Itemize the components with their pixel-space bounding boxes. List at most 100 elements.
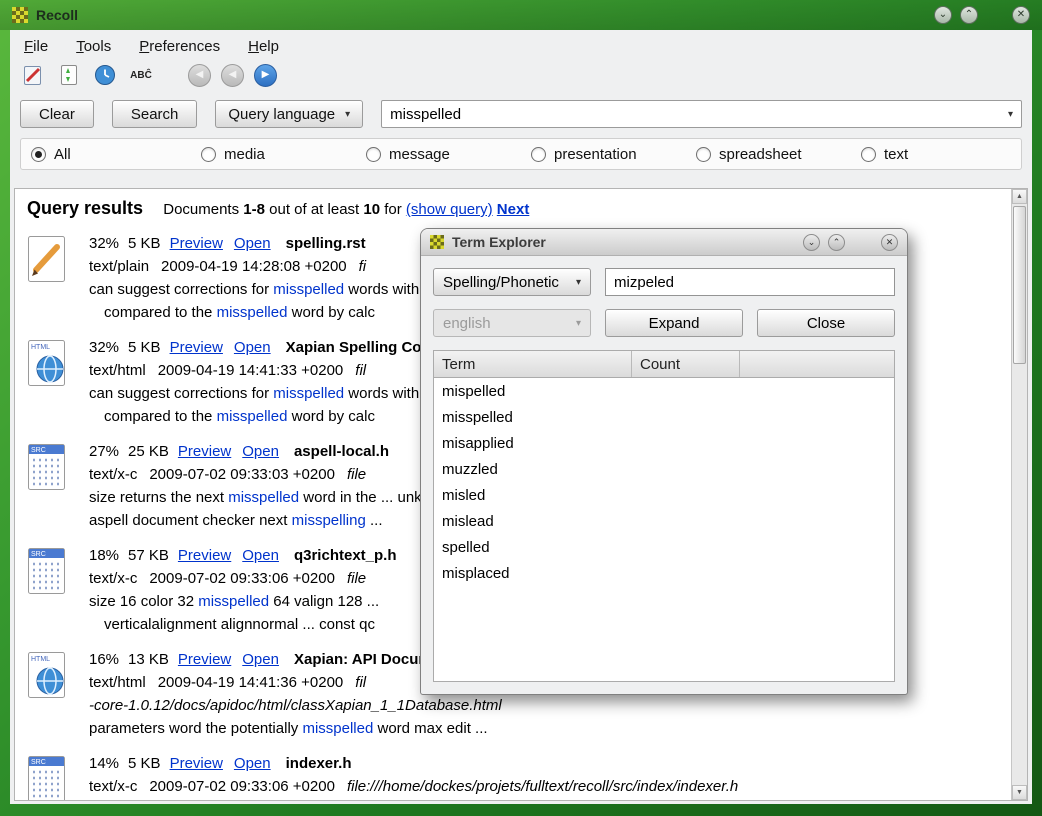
relevance-percent: 16% [89, 651, 119, 668]
filter-label: spreadsheet [719, 146, 802, 163]
filter-all[interactable]: All [31, 146, 71, 163]
abstract-line: verticalalignment alignnormal ... const … [104, 613, 397, 636]
doc-url: fi [359, 258, 367, 275]
term-row[interactable]: misspelled [434, 404, 894, 430]
filter-text[interactable]: text [861, 146, 908, 163]
dialog-titlebar[interactable]: Term Explorer ⌄ ⌃ ✕ [421, 229, 907, 256]
prev-page-button[interactable]: ◀ [221, 64, 244, 87]
preview-link[interactable]: Preview [170, 755, 223, 772]
filter-spreadsheet[interactable]: spreadsheet [696, 146, 802, 163]
open-link[interactable]: Open [234, 755, 271, 772]
svg-text:HTML: HTML [31, 344, 50, 351]
filter-media[interactable]: media [201, 146, 265, 163]
menu-tools[interactable]: Tools [74, 37, 113, 56]
unshade-window-button[interactable]: ⌃ [960, 6, 978, 24]
expand-mode-label: Spelling/Phonetic [443, 274, 559, 291]
term-row[interactable]: mislead [434, 508, 894, 534]
term-row[interactable]: misapplied [434, 430, 894, 456]
mime-type: text/x-c [89, 570, 137, 587]
close-dialog-button[interactable]: ✕ [881, 234, 898, 251]
radio-icon[interactable] [861, 147, 876, 162]
term-column-header[interactable]: Term [434, 351, 632, 377]
radio-icon[interactable] [531, 147, 546, 162]
start-search-icon[interactable] [56, 62, 82, 88]
term-row[interactable]: muzzled [434, 456, 894, 482]
preview-link[interactable]: Preview [178, 443, 231, 460]
doc-date: 2009-04-19 14:41:33 +0200 [158, 362, 344, 379]
query-language-select[interactable]: Query language ▾ [215, 100, 363, 128]
show-query-link[interactable]: (show query) [406, 201, 493, 218]
radio-icon[interactable] [696, 147, 711, 162]
scroll-down-icon[interactable]: ▼ [1012, 785, 1027, 800]
open-link[interactable]: Open [234, 339, 271, 356]
file-size: 13 KB [128, 651, 169, 668]
first-page-button[interactable]: ◀ [188, 64, 211, 87]
term-row[interactable]: misled [434, 482, 894, 508]
close-window-button[interactable]: ✕ [1012, 6, 1030, 24]
term-input[interactable] [605, 268, 895, 296]
source-code-icon: SRC [27, 440, 89, 532]
search-bar: Clear Search Query language ▾ ▾ [10, 93, 1032, 135]
doc-date: 2009-04-19 14:41:36 +0200 [158, 674, 344, 691]
abstract-line: parameters word the potentially misspell… [89, 717, 805, 740]
back-icon: ◀ [196, 70, 204, 80]
preview-link[interactable]: Preview [170, 339, 223, 356]
recoll-logo-icon [12, 7, 28, 23]
close-button[interactable]: Close [757, 309, 895, 337]
results-title: Query results [27, 198, 143, 218]
clear-button[interactable]: Clear [20, 100, 94, 128]
open-link[interactable]: Open [242, 651, 279, 668]
menu-help[interactable]: Help [246, 37, 281, 56]
term-row[interactable]: spelled [434, 534, 894, 560]
results-scrollbar[interactable]: ▲ ▼ [1011, 189, 1027, 800]
relevance-percent: 27% [89, 443, 119, 460]
clear-search-icon[interactable] [20, 62, 46, 88]
relevance-percent: 32% [89, 235, 119, 252]
query-history-icon[interactable] [92, 62, 118, 88]
preview-link[interactable]: Preview [170, 235, 223, 252]
filter-message[interactable]: message [366, 146, 450, 163]
terms-table-header: Term Count [434, 351, 894, 378]
search-input[interactable] [381, 100, 1022, 128]
open-link[interactable]: Open [234, 235, 271, 252]
open-link[interactable]: Open [242, 443, 279, 460]
shade-dialog-button[interactable]: ⌄ [803, 234, 820, 251]
scroll-up-icon[interactable]: ▲ [1012, 189, 1027, 204]
preview-link[interactable]: Preview [178, 651, 231, 668]
doc-date: 2009-07-02 09:33:06 +0200 [149, 778, 335, 795]
language-select: english ▾ [433, 309, 591, 337]
scrollbar-thumb[interactable] [1013, 206, 1026, 364]
preview-link[interactable]: Preview [178, 547, 231, 564]
menu-preferences[interactable]: Preferences [137, 37, 222, 56]
chevron-down-icon: ▾ [345, 109, 350, 120]
unshade-dialog-button[interactable]: ⌃ [828, 234, 845, 251]
term-explorer-icon[interactable]: ABĈ [128, 62, 154, 88]
menu-file[interactable]: File [22, 37, 50, 56]
search-button[interactable]: Search [112, 100, 198, 128]
svg-text:HTML: HTML [31, 656, 50, 663]
term-row[interactable]: misplaced [434, 560, 894, 586]
filter-presentation[interactable]: presentation [531, 146, 637, 163]
query-language-label: Query language [228, 106, 335, 123]
radio-icon[interactable] [201, 147, 216, 162]
window-titlebar[interactable]: Recoll ⌄ ⌃ ✕ [0, 0, 1042, 30]
next-page-button[interactable]: ▶ [254, 64, 277, 87]
open-link[interactable]: Open [242, 547, 279, 564]
radio-icon[interactable] [366, 147, 381, 162]
count-column-header[interactable]: Count [632, 351, 740, 377]
results-header: Query results Documents 1-8 out of at le… [27, 198, 1010, 219]
next-page-link[interactable]: Next [497, 201, 530, 218]
svg-text:SRC: SRC [31, 447, 46, 454]
filter-label: presentation [554, 146, 637, 163]
doc-url: fil [355, 674, 366, 691]
expand-button[interactable]: Expand [605, 309, 743, 337]
radio-icon[interactable] [31, 147, 46, 162]
chevron-down-icon[interactable]: ▾ [1008, 109, 1013, 120]
file-size: 57 KB [128, 547, 169, 564]
result-title: indexer.h [286, 755, 352, 772]
shade-window-button[interactable]: ⌄ [934, 6, 952, 24]
result-row: SRC 14%5 KBPreviewOpenindexer.h text/x-c… [27, 752, 1010, 800]
expand-mode-select[interactable]: Spelling/Phonetic ▾ [433, 268, 591, 296]
term-row[interactable]: mispelled [434, 378, 894, 404]
doc-url: file [347, 466, 366, 483]
